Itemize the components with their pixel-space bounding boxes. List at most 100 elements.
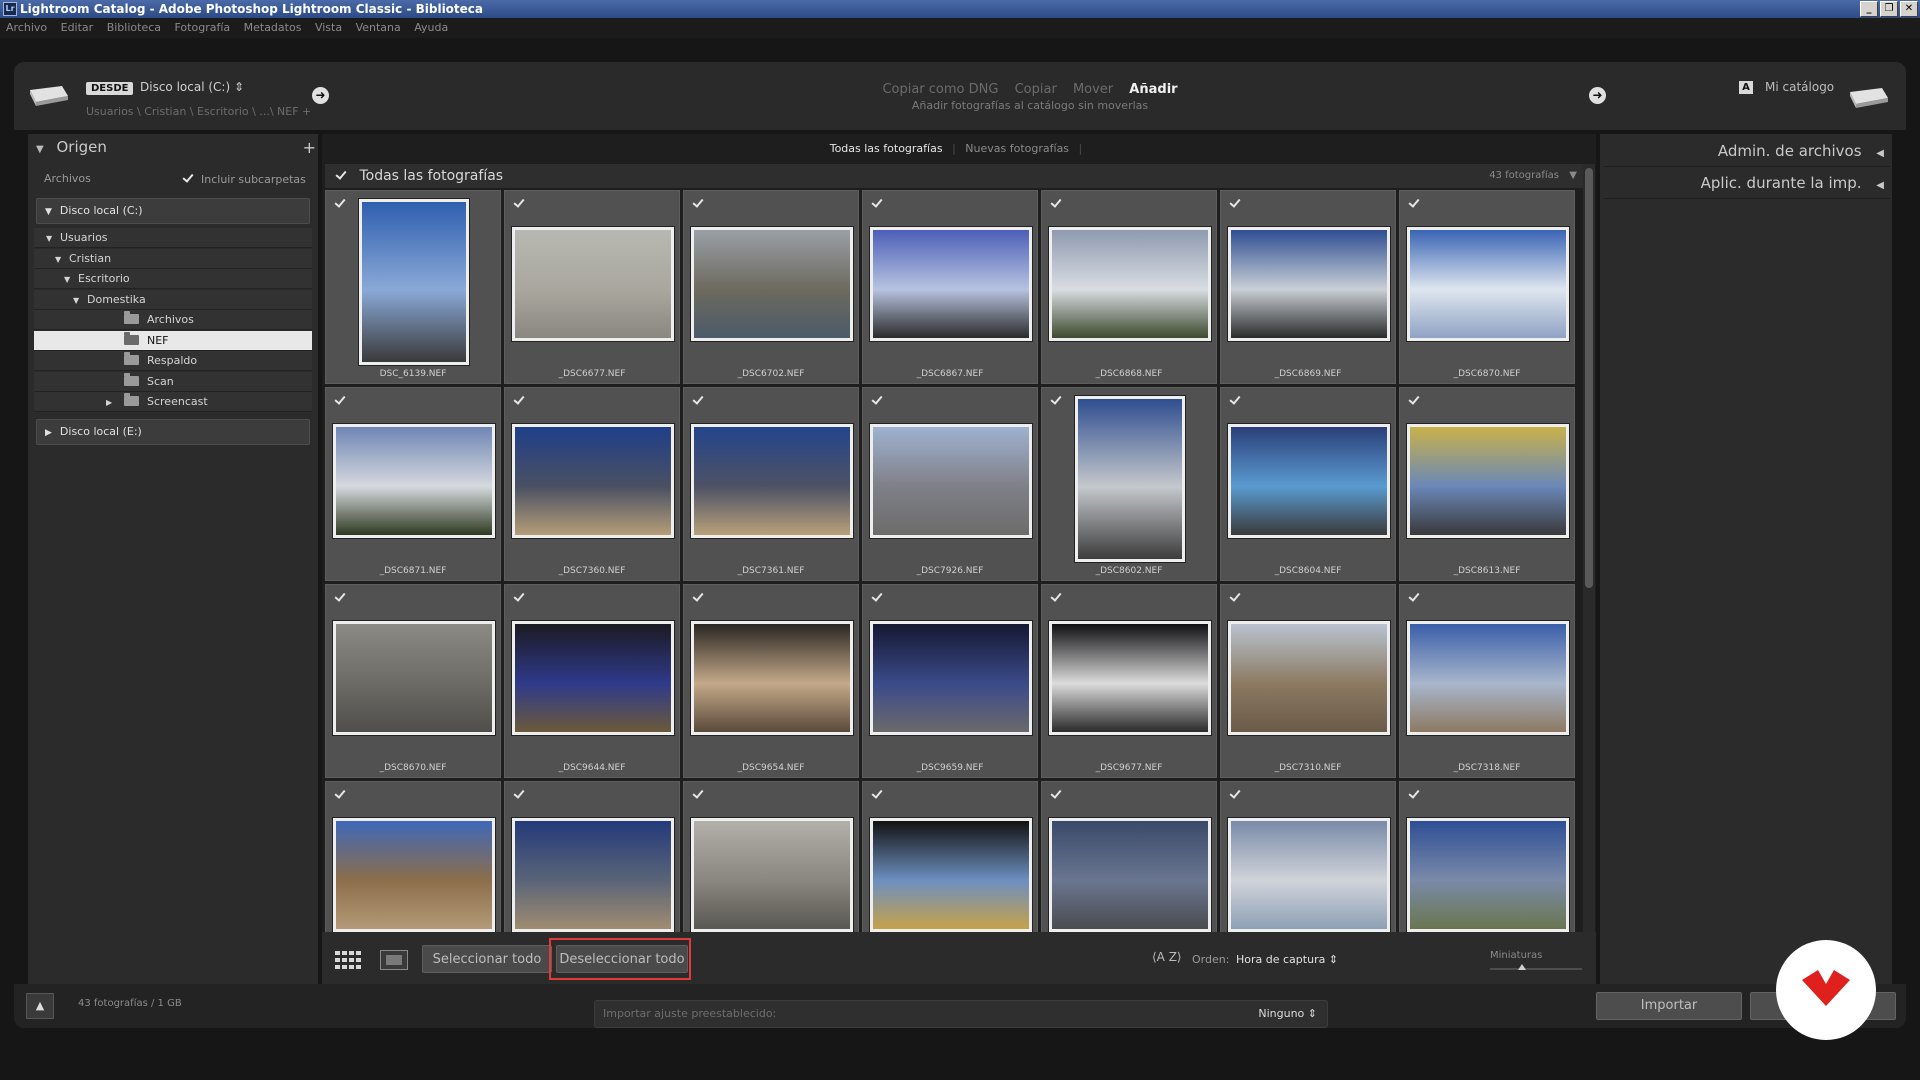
photo-checkbox[interactable] — [692, 788, 704, 800]
include-subfolders-checkbox[interactable] — [182, 172, 194, 184]
photo-thumbnail[interactable] — [333, 424, 495, 538]
close-button[interactable]: ✕ — [1900, 1, 1918, 17]
menu-biblioteca[interactable]: Biblioteca — [107, 21, 161, 34]
photo-checkbox[interactable] — [1408, 788, 1420, 800]
folder-item[interactable]: ▼ Escritorio — [34, 269, 312, 289]
photo-thumbnail[interactable] — [512, 227, 674, 341]
photo-checkbox[interactable] — [1050, 591, 1062, 603]
photo-checkbox[interactable] — [871, 197, 883, 209]
show-filmstrip-button[interactable]: ▲ — [26, 993, 54, 1019]
photo-cell[interactable]: _DSC6868.NEF — [1041, 190, 1217, 384]
photo-checkbox[interactable] — [334, 788, 346, 800]
loupe-view-icon[interactable] — [380, 950, 408, 970]
photo-checkbox[interactable] — [871, 591, 883, 603]
photo-cell[interactable]: DSC_6139.NEF — [325, 190, 501, 384]
mode-move[interactable]: Mover — [1073, 82, 1113, 97]
import-preset-select[interactable]: Importar ajuste preestablecido: Ninguno … — [594, 1000, 1328, 1028]
mode-add[interactable]: Añadir — [1129, 82, 1177, 97]
photo-cell[interactable]: _DSC7360.NEF — [504, 387, 680, 581]
file-handling-section[interactable]: Admin. de archivos ◀ — [1604, 136, 1890, 167]
photo-cell[interactable]: _DSC8670.NEF — [325, 584, 501, 778]
photo-thumbnail[interactable] — [1049, 818, 1211, 932]
photo-checkbox[interactable] — [1408, 591, 1420, 603]
photo-checkbox[interactable] — [1229, 591, 1241, 603]
photo-cell[interactable]: _DSC9654.NEF — [683, 584, 859, 778]
photo-thumbnail[interactable] — [512, 818, 674, 932]
deselect-all-button[interactable]: Deseleccionar todo — [556, 945, 688, 973]
photo-cell[interactable]: _DSC7926.NEF — [862, 387, 1038, 581]
photo-checkbox[interactable] — [513, 591, 525, 603]
photo-cell[interactable] — [1220, 781, 1396, 932]
sort-direction-icon[interactable]: ⟨A Z⟩ — [1152, 950, 1182, 964]
folder-item[interactable]: Scan — [34, 371, 312, 392]
photo-thumbnail[interactable] — [1049, 227, 1211, 341]
photo-cell[interactable] — [683, 781, 859, 932]
photo-thumbnail[interactable] — [1407, 424, 1569, 538]
photo-cell[interactable] — [1399, 781, 1575, 932]
photo-cell[interactable]: _DSC6871.NEF — [325, 387, 501, 581]
photo-thumbnail[interactable] — [1228, 227, 1390, 341]
photo-cell[interactable]: _DSC6677.NEF — [504, 190, 680, 384]
maximize-button[interactable]: ❐ — [1880, 1, 1898, 17]
photo-thumbnail[interactable] — [512, 424, 674, 538]
photo-thumbnail[interactable] — [1407, 227, 1569, 341]
photo-thumbnail[interactable] — [333, 818, 495, 932]
menu-ventana[interactable]: Ventana — [356, 21, 401, 34]
photo-checkbox[interactable] — [692, 197, 704, 209]
select-all-checkbox[interactable] — [335, 169, 347, 181]
photo-checkbox[interactable] — [334, 394, 346, 406]
source-disk-selector[interactable]: Disco local (C:) ⇕ — [140, 80, 244, 94]
photo-thumbnail[interactable] — [1407, 818, 1569, 932]
menu-ayuda[interactable]: Ayuda — [414, 21, 448, 34]
photo-cell[interactable] — [862, 781, 1038, 932]
photo-thumbnail[interactable] — [1049, 621, 1211, 735]
photo-checkbox[interactable] — [1408, 197, 1420, 209]
photo-thumbnail[interactable] — [870, 818, 1032, 932]
photo-cell[interactable]: _DSC7310.NEF — [1220, 584, 1396, 778]
photo-cell[interactable]: _DSC7361.NEF — [683, 387, 859, 581]
folder-item[interactable]: Archivos — [34, 310, 312, 330]
photo-checkbox[interactable] — [1408, 394, 1420, 406]
photo-checkbox[interactable] — [513, 788, 525, 800]
select-all-button[interactable]: Seleccionar todo — [422, 945, 552, 973]
photo-thumbnail[interactable] — [691, 227, 853, 341]
disk-item[interactable]: ▼ Disco local (C:) — [36, 198, 310, 224]
photo-thumbnail[interactable] — [512, 621, 674, 735]
photo-checkbox[interactable] — [1229, 788, 1241, 800]
photo-cell[interactable]: _DSC8613.NEF — [1399, 387, 1575, 581]
menu-metadatos[interactable]: Metadatos — [244, 21, 302, 34]
photo-checkbox[interactable] — [871, 394, 883, 406]
add-source-icon[interactable]: + — [303, 138, 316, 157]
photo-thumbnail[interactable] — [870, 621, 1032, 735]
menu-editar[interactable]: Editar — [61, 21, 94, 34]
photo-cell[interactable]: _DSC8602.NEF — [1041, 387, 1217, 581]
photo-checkbox[interactable] — [1229, 197, 1241, 209]
folder-item[interactable]: ▼ Usuarios — [34, 228, 312, 248]
menu-vista[interactable]: Vista — [315, 21, 342, 34]
photo-thumbnail[interactable] — [691, 621, 853, 735]
thumbnail-slider-handle[interactable] — [1518, 964, 1527, 970]
photo-cell[interactable]: _DSC6867.NEF — [862, 190, 1038, 384]
photo-thumbnail[interactable] — [359, 199, 469, 365]
photo-cell[interactable]: _DSC7318.NEF — [1399, 584, 1575, 778]
photo-checkbox[interactable] — [334, 197, 346, 209]
photo-cell[interactable]: _DSC9677.NEF — [1041, 584, 1217, 778]
photo-thumbnail[interactable] — [870, 424, 1032, 538]
folder-item[interactable]: NEF — [34, 330, 312, 351]
source-panel-header[interactable]: ▼ Origen + — [30, 138, 318, 164]
photo-checkbox[interactable] — [513, 394, 525, 406]
mode-copy-dng[interactable]: Copiar como DNG — [882, 82, 998, 97]
scrollbar-thumb[interactable] — [1585, 168, 1593, 588]
photo-cell[interactable]: _DSC9644.NEF — [504, 584, 680, 778]
photo-cell[interactable]: _DSC6870.NEF — [1399, 190, 1575, 384]
photo-thumbnail[interactable] — [691, 424, 853, 538]
menu-fotografia[interactable]: Fotografía — [175, 21, 231, 34]
photo-thumbnail[interactable] — [870, 227, 1032, 341]
photo-cell[interactable] — [504, 781, 680, 932]
tab-new-photos[interactable]: Nuevas fotografías — [965, 142, 1069, 155]
photo-cell[interactable]: _DSC8604.NEF — [1220, 387, 1396, 581]
photo-checkbox[interactable] — [1050, 197, 1062, 209]
photo-thumbnail[interactable] — [1228, 424, 1390, 538]
photo-cell[interactable] — [325, 781, 501, 932]
menu-archivo[interactable]: Archivo — [6, 21, 47, 34]
